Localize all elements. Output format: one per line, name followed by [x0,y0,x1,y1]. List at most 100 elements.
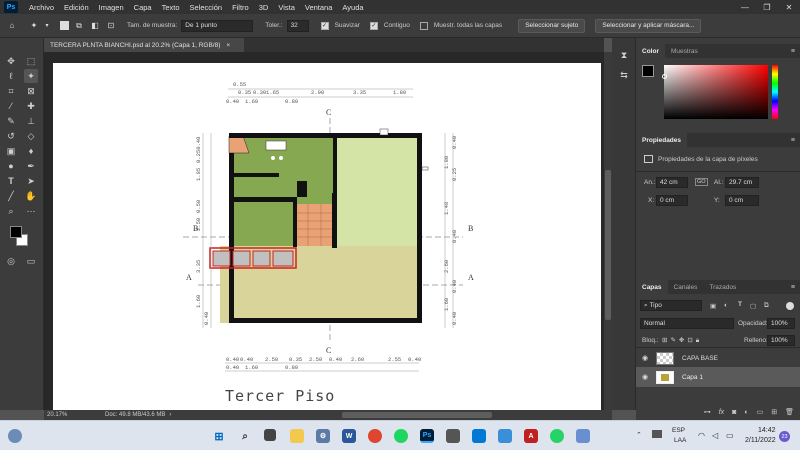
filter-shape-icon[interactable]: ▢ [750,302,756,310]
foreground-color-swatch[interactable] [10,226,22,238]
weather-icon[interactable] [8,429,22,443]
app-icon[interactable] [498,429,512,443]
y-field[interactable]: 0 cm [725,195,759,206]
tolerance-input[interactable]: 32 [286,19,309,32]
new-selection-icon[interactable] [60,21,69,30]
select-subject-button[interactable]: Seleccionar sujeto [518,18,586,33]
blend-mode-select[interactable]: Normal [640,318,734,329]
fg-color-chip[interactable] [642,65,654,77]
task-view-icon[interactable] [264,429,276,441]
photos-icon[interactable] [576,429,590,443]
history-panel-icon[interactable]: ⧗ [617,48,631,62]
filter-smart-icon[interactable]: ⧉ [764,302,769,310]
gradient-tool-icon[interactable]: ▣ [4,144,18,158]
tab-color[interactable]: Color [636,44,665,58]
x-field[interactable]: 0 cm [656,195,688,206]
marquee-tool-icon[interactable]: ⬚ [24,54,38,68]
maximize-button[interactable]: ❐ [756,0,778,14]
delete-layer-icon[interactable]: 🗑︎ [785,408,794,416]
new-layer-icon[interactable]: ⊞ [771,408,777,416]
notification-badge[interactable]: 23 [779,431,790,442]
layer-name[interactable]: Capa 1 [682,374,703,381]
subtract-selection-icon[interactable]: ◧ [89,20,101,32]
screen-mode-icon[interactable]: ▭ [24,254,38,268]
vertical-scrollbar[interactable] [604,52,612,410]
spotify-icon[interactable] [394,429,408,443]
magic-wand-icon[interactable]: ✦ [28,20,40,32]
visibility-eye-icon[interactable]: ◉ [636,373,654,381]
lock-icons[interactable]: ⊞✎✥⊡🔒︎ [662,336,702,345]
intersect-selection-icon[interactable]: ⊡ [105,20,117,32]
tab-properties[interactable]: Propiedades [636,133,688,147]
zoom-level[interactable]: 20.17% [47,412,87,418]
panel-menu-icon[interactable]: ≡ [791,48,795,55]
antialias-checkbox[interactable]: ✓ [320,21,329,30]
contiguous-checkbox[interactable]: ✓ [369,21,378,30]
language-bottom[interactable]: LAA [674,437,686,444]
word-icon[interactable]: W [342,429,356,443]
panel-menu-icon[interactable]: ≡ [791,284,795,291]
lasso-tool-icon[interactable]: ℓ [4,69,18,83]
document-tab[interactable]: TERCERA PLNTA BIANCHI.psd al 20.2% (Capa… [44,38,244,52]
calculator-icon[interactable] [446,429,460,443]
menu-3d[interactable]: 3D [254,3,274,12]
blur-tool-icon[interactable]: ♦ [24,144,38,158]
chevron-right-icon[interactable]: › [169,412,171,418]
filter-pixel-icon[interactable]: ▣ [710,302,716,310]
sample-all-checkbox[interactable] [419,21,428,30]
tab-channels[interactable]: Canales [668,280,704,294]
line-tool-icon[interactable]: ╱ [4,189,18,203]
document-page[interactable]: 0.55 0.35 0.30 1.65 2.90 3.35 1.80 0.40 … [53,63,601,410]
settings-icon[interactable]: ⚙ [316,429,330,443]
tab-layers[interactable]: Capas [636,280,668,294]
stamp-tool-icon[interactable]: ⊥ [24,114,38,128]
link-icon[interactable]: GO [695,178,708,186]
volume-icon[interactable]: ◁ [712,431,718,440]
width-field[interactable]: 42 cm [656,177,688,188]
language-top[interactable]: ESP [672,427,685,434]
tab-swatches[interactable]: Muestras [665,44,704,58]
menu-seleccion[interactable]: Selección [185,3,228,12]
menu-capa[interactable]: Capa [129,3,157,12]
canvas-area[interactable]: 0.55 0.35 0.30 1.65 2.90 3.35 1.80 0.40 … [44,52,604,410]
quick-mask-icon[interactable]: ◎ [4,254,18,268]
history-brush-icon[interactable]: ↺ [4,129,18,143]
battery-icon[interactable]: ▭ [726,431,734,440]
whatsapp-icon[interactable] [550,429,564,443]
fill-field[interactable]: 100% [767,335,795,346]
layer-row-capa-1[interactable]: ◉ Capa 1 [636,367,800,387]
add-mask-icon[interactable]: ◙ [732,409,736,416]
wifi-icon[interactable]: ◠ [698,431,705,440]
color-field[interactable] [664,65,768,119]
tab-paths[interactable]: Trazados [703,280,742,294]
layer-filter-select[interactable]: ⌕ Tipo [640,300,702,311]
chevron-up-icon[interactable]: ⌃ [636,431,642,439]
acrobat-icon[interactable]: A [524,429,538,443]
more-tools-icon[interactable]: ⋯ [24,204,38,218]
menu-ventana[interactable]: Ventana [300,3,338,12]
type-tool-icon[interactable]: T [4,174,18,188]
healing-tool-icon[interactable]: ✚ [24,99,38,113]
menu-filtro[interactable]: Filtro [227,3,254,12]
menu-archivo[interactable]: Archivo [24,3,59,12]
adjustments-panel-icon[interactable]: ⇆ [617,68,631,82]
menu-texto[interactable]: Texto [157,3,185,12]
layer-row-capa-base[interactable]: ◉ CAPA BASE [636,348,800,368]
home-icon[interactable]: ⌂ [6,20,18,32]
frame-tool-icon[interactable]: ⊠ [24,84,38,98]
sample-size-select[interactable]: De 1 punto [181,19,254,32]
height-field[interactable]: 29.7 cm [725,177,759,188]
zoom-tool-icon[interactable]: ⌕ [4,204,18,218]
dodge-tool-icon[interactable]: ● [4,159,18,173]
filter-toggle[interactable] [786,302,794,310]
eyedropper-tool-icon[interactable]: ⁄ [4,99,18,113]
close-tab-icon[interactable]: × [226,42,230,49]
fx-icon[interactable]: fx [719,409,724,416]
close-button[interactable]: ✕ [778,0,800,14]
new-group-icon[interactable]: ▭ [757,408,764,416]
chevron-down-icon[interactable]: ▾ [44,20,50,32]
opacity-field[interactable]: 100% [767,318,795,329]
panel-menu-icon[interactable]: ≡ [791,137,795,144]
menu-edicion[interactable]: Edición [59,3,94,12]
hand-tool-icon[interactable]: ✋ [24,189,38,203]
